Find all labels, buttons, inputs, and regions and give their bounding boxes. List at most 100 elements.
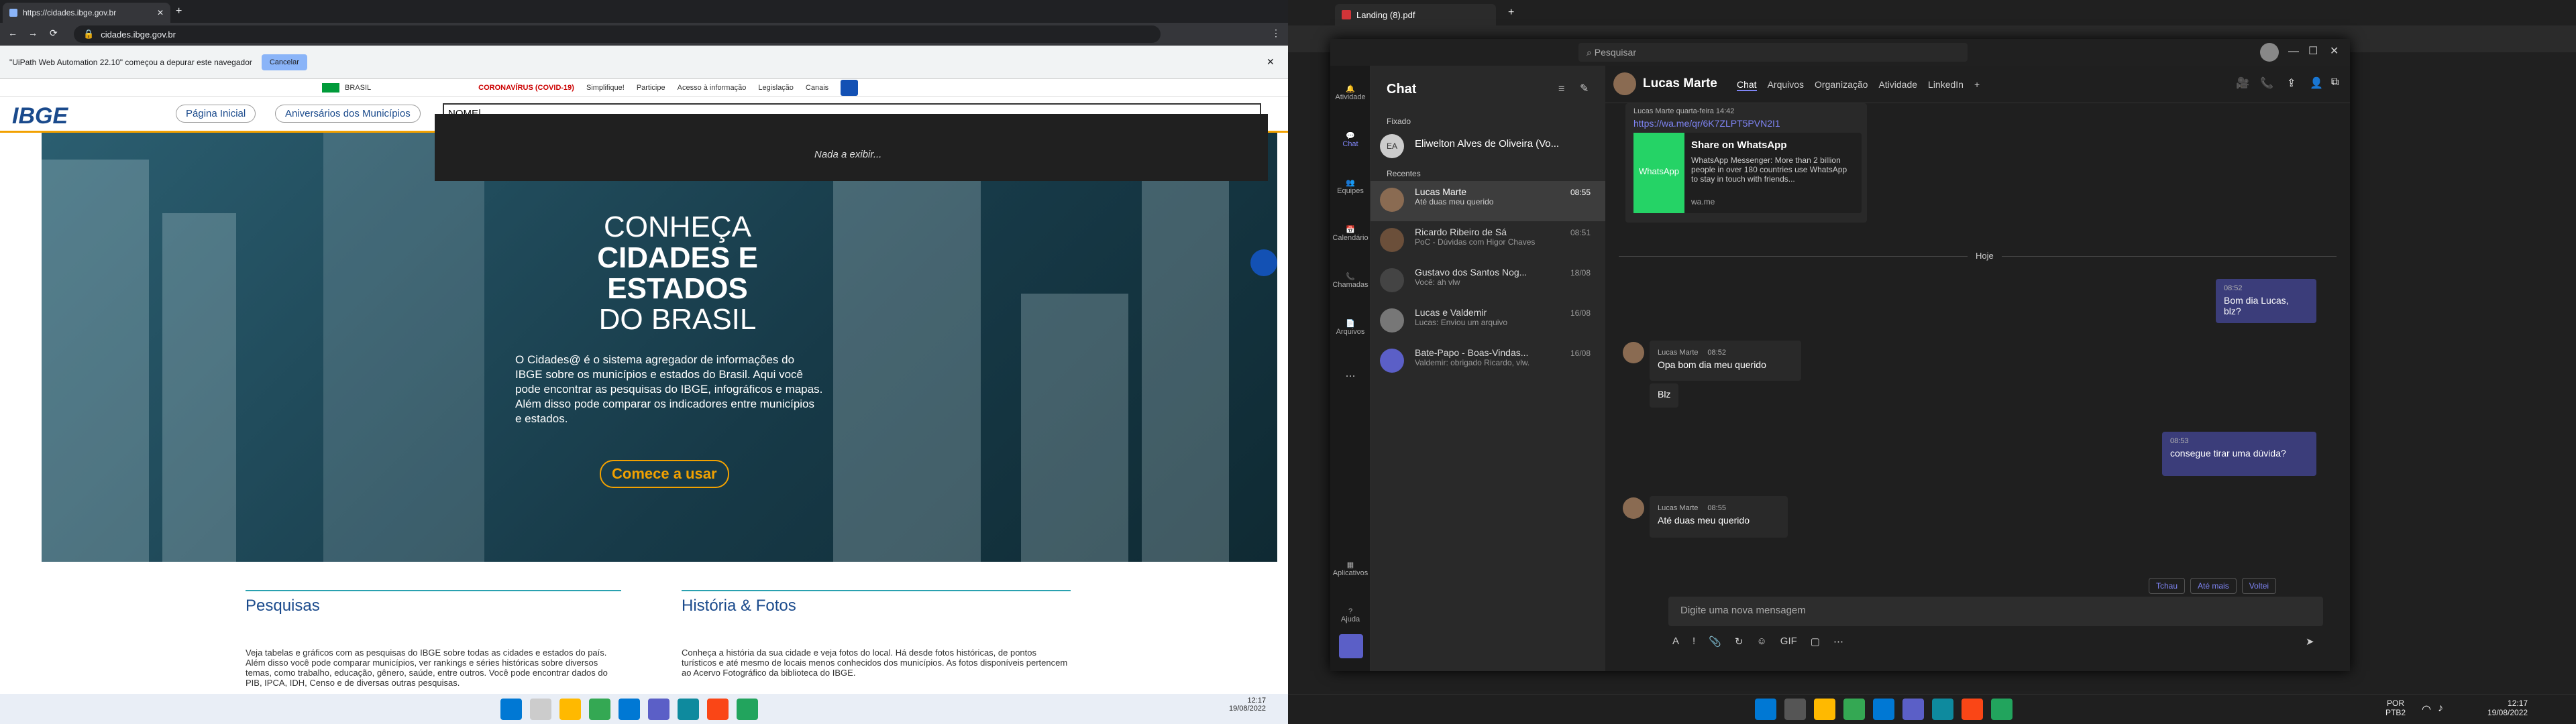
gov-link-simplifique[interactable]: Simplifique! (586, 84, 625, 92)
right-clock[interactable]: 12:17 19/08/2022 (2487, 699, 2528, 717)
chat-item[interactable]: Lucas e Valdemir Lucas: Enviou um arquiv… (1371, 302, 1605, 342)
chat-item[interactable]: Lucas Marte Até duas meu querido 08:55 (1371, 181, 1605, 221)
minimize-icon[interactable]: — (2288, 46, 2299, 58)
rail-calendar[interactable]: 📅 Calendário (1330, 220, 1371, 260)
video-call-icon[interactable]: 🎥 (2236, 76, 2249, 90)
gov-link-canais[interactable]: Canais (806, 84, 828, 92)
browser-tab[interactable]: https://cidades.ibge.gov.br ✕ (3, 3, 170, 23)
cancel-debug-button[interactable]: Cancelar (261, 54, 307, 70)
chat-item[interactable]: Gustavo dos Santos Nog... Você: ah vlw 1… (1371, 261, 1605, 302)
share-screen-icon[interactable]: ⇪ (2287, 76, 2296, 90)
more-options-icon[interactable]: ⋯ (1833, 636, 1843, 654)
gov-link-covid[interactable]: CORONAVÍRUS (COVID-19) (478, 84, 574, 92)
uipath-studio-icon[interactable] (1962, 699, 1983, 720)
chrome-menu-icon[interactable]: ⋮ (1271, 27, 1281, 39)
attach-icon[interactable]: 📎 (1709, 636, 1721, 654)
pinned-chat-item[interactable]: EA Eliwelton Alves de Oliveira (Vo... (1371, 127, 1605, 168)
filter-icon[interactable]: ≡ (1558, 83, 1564, 95)
wifi-icon[interactable]: ◠ (2422, 703, 2431, 716)
compose-box[interactable]: Digite uma nova mensagem (1668, 597, 2323, 626)
popout-icon[interactable]: ⧉ (2331, 76, 2339, 88)
start-icon[interactable] (1755, 699, 1776, 720)
maximize-icon[interactable]: ☐ (2308, 44, 2318, 58)
add-tab-button[interactable]: + (1974, 79, 1980, 91)
message-bubble-mine[interactable]: 08:52 Bom dia Lucas, blz? (2216, 279, 2316, 323)
home-button[interactable]: Página Inicial (176, 105, 256, 123)
tab-org[interactable]: Organização (1815, 79, 1868, 91)
forward-icon[interactable]: → (28, 27, 38, 38)
new-chat-icon[interactable]: ✎ (1580, 82, 1589, 95)
uipath-assistant-icon[interactable] (737, 698, 758, 720)
section-title-historia[interactable]: História & Fotos (682, 597, 796, 615)
send-icon[interactable]: ➤ (2306, 636, 2314, 648)
gif-icon[interactable]: GIF (1780, 636, 1797, 654)
chat-item[interactable]: Ricardo Ribeiro de Sá PoC - Dúvidas com … (1371, 221, 1605, 261)
teams-icon[interactable] (648, 698, 669, 720)
loop-icon[interactable]: ↻ (1735, 636, 1743, 654)
reload-icon[interactable]: ⟳ (50, 27, 58, 39)
edge-new-tab-icon[interactable]: + (1508, 7, 1514, 19)
close-infobar-icon[interactable]: ✕ (1267, 56, 1275, 68)
tab-files[interactable]: Arquivos (1768, 79, 1804, 91)
profile-avatar[interactable] (2260, 43, 2279, 62)
edge-tab[interactable]: Landing (8).pdf (1335, 4, 1496, 25)
rail-teams[interactable]: 👥 Equipes (1330, 173, 1371, 213)
uipath-assistant-icon[interactable] (1991, 699, 2012, 720)
gov-link-acesso[interactable]: Acesso à informação (678, 84, 747, 92)
edge-icon[interactable] (1932, 699, 1953, 720)
mobile-download-icon[interactable] (1339, 634, 1363, 658)
teams-search[interactable]: ⌕ Pesquisar (1578, 43, 1968, 62)
new-tab-icon[interactable]: + (176, 5, 182, 17)
accessibility-side-button[interactable] (1250, 249, 1277, 276)
whatsapp-link[interactable]: https://wa.me/qr/6K7ZLPT5PVN2I1 (1633, 118, 1859, 129)
close-tab-icon[interactable]: ✕ (157, 8, 164, 17)
rail-apps[interactable]: ▦ Aplicativos (1330, 555, 1371, 595)
quick-reply-1[interactable]: Tchau (2149, 578, 2186, 594)
rail-chat[interactable]: 💬 Chat (1330, 126, 1371, 166)
teams-icon[interactable] (1902, 699, 1924, 720)
search-icon[interactable] (530, 698, 551, 720)
start-icon[interactable] (500, 698, 522, 720)
address-bar[interactable]: 🔒 cidades.ibge.gov.br (74, 25, 1161, 43)
message-bubble[interactable]: Blz (1650, 383, 1679, 408)
tab-activity[interactable]: Atividade (1878, 79, 1917, 91)
chrome-icon[interactable] (589, 698, 610, 720)
ibge-logo[interactable]: IBGE (12, 103, 68, 129)
emoji-icon[interactable]: ☺ (1756, 636, 1766, 654)
message-bubble[interactable]: Lucas Marte 08:55 Até duas meu querido (1650, 496, 1788, 538)
format-icon[interactable]: A (1672, 636, 1679, 654)
file-explorer-icon[interactable] (1814, 699, 1835, 720)
edge-icon[interactable] (678, 698, 699, 720)
tab-linkedin[interactable]: LinkedIn (1928, 79, 1964, 91)
accessibility-icon[interactable] (841, 79, 859, 96)
sticker-icon[interactable]: ▢ (1811, 636, 1820, 654)
chat-item[interactable]: Bate-Papo - Boas-Vindas... Valdemir: obr… (1371, 342, 1605, 382)
gov-link-legislacao[interactable]: Legislação (758, 84, 794, 92)
file-explorer-icon[interactable] (559, 698, 581, 720)
chrome-icon[interactable] (1843, 699, 1865, 720)
language-indicator[interactable]: POR PTB2 (2385, 699, 2406, 717)
quick-reply-2[interactable]: Até mais (2190, 578, 2237, 594)
rail-calls[interactable]: 📞 Chamadas (1330, 267, 1371, 307)
message-bubble[interactable]: Lucas Marte 08:52 Opa bom dia meu querid… (1650, 341, 1801, 381)
audio-call-icon[interactable]: 📞 (2260, 76, 2273, 90)
get-started-button[interactable]: Comece a usar (600, 460, 729, 488)
add-people-icon[interactable]: 👤 (2310, 76, 2323, 90)
volume-icon[interactable]: ♪ (2438, 703, 2443, 715)
anniversaries-button[interactable]: Aniversários dos Municípios (275, 105, 421, 123)
rail-more[interactable]: ... (1330, 361, 1371, 401)
message-bubble-mine[interactable]: 08:53 consegue tirar uma dúvida? (2162, 432, 2316, 476)
quick-reply-3[interactable]: Voltei (2241, 578, 2277, 594)
priority-icon[interactable]: ! (1693, 636, 1695, 654)
close-window-icon[interactable]: ✕ (2330, 44, 2339, 58)
section-title-pesquisas[interactable]: Pesquisas (246, 597, 320, 615)
back-icon[interactable]: ← (8, 27, 17, 38)
gov-link-participe[interactable]: Participe (637, 84, 665, 92)
tab-chat[interactable]: Chat (1737, 79, 1757, 91)
mail-icon[interactable] (619, 698, 640, 720)
left-clock[interactable]: 12:17 19/08/2022 (1229, 697, 1266, 713)
rail-activity[interactable]: 🔔 Atividade (1330, 79, 1371, 119)
uipath-studio-icon[interactable] (707, 698, 729, 720)
rail-files[interactable]: 📄 Arquivos (1330, 314, 1371, 354)
link-preview-card[interactable]: WhatsApp Share on WhatsApp WhatsApp Mess… (1633, 133, 1862, 213)
